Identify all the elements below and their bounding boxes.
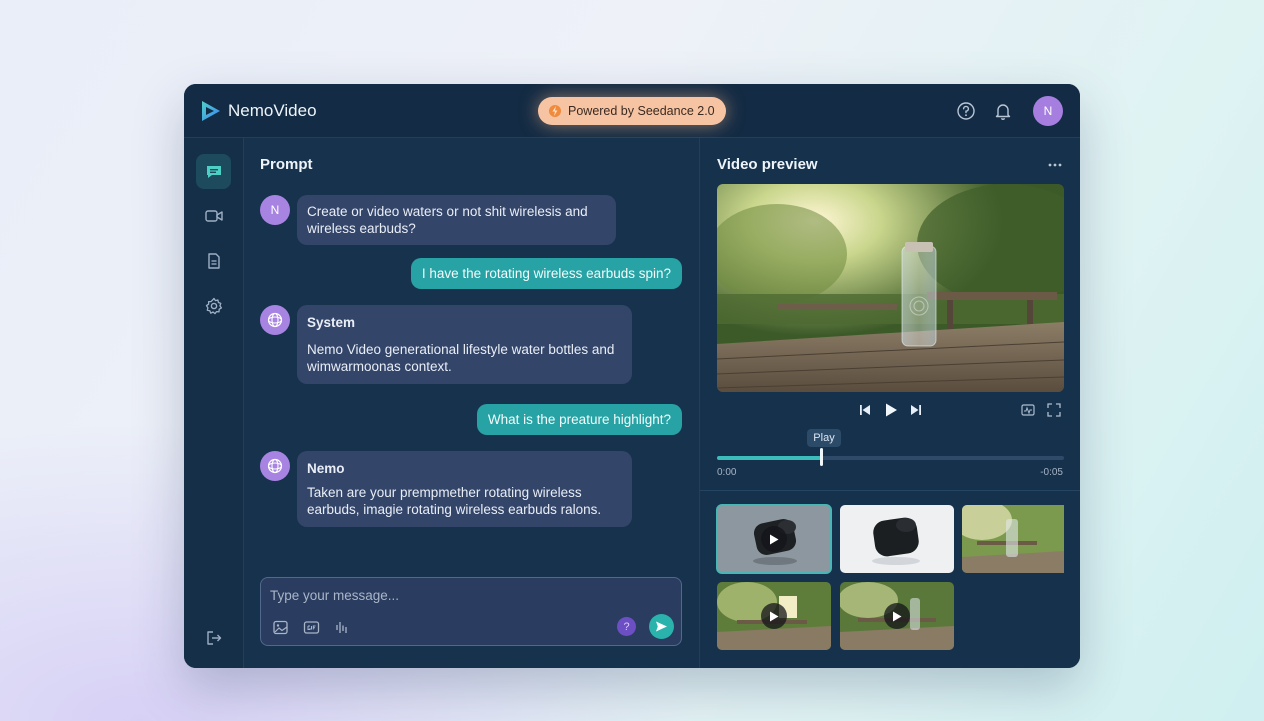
time-current: 0:00 <box>717 467 737 478</box>
video-icon <box>204 209 223 222</box>
message-input[interactable] <box>270 586 650 604</box>
sidebar-item-chat[interactable] <box>196 154 231 189</box>
logout-icon <box>206 630 221 645</box>
my-message: I have the rotating wireless earbuds spi… <box>410 258 682 289</box>
bottle-scene-image <box>962 505 1064 573</box>
skip-forward-icon[interactable] <box>909 403 923 417</box>
user-avatar[interactable]: N <box>1033 96 1063 126</box>
document-icon <box>207 252 220 269</box>
nemo-message: Nemo Taken are your prempmether rotating… <box>297 451 632 527</box>
skip-back-icon[interactable] <box>858 403 872 417</box>
sidebar-item-settings[interactable] <box>196 288 231 323</box>
message-author: Nemo <box>307 461 345 476</box>
thumbnail-bottle-video[interactable] <box>717 582 831 650</box>
spark-icon <box>549 105 561 117</box>
powered-by-badge: Powered by Seedance 2.0 <box>538 97 726 125</box>
progress-track[interactable] <box>717 456 1064 460</box>
thumbnail-bottle-video-2[interactable] <box>840 582 954 650</box>
avatar: N <box>260 195 290 225</box>
scrubber-handle[interactable] <box>820 448 824 466</box>
badge-label: Powered by Seedance 2.0 <box>568 104 715 118</box>
ai-avatar-icon <box>260 305 290 335</box>
play-tooltip: Play <box>807 429 841 447</box>
time-remaining: -0:05 <box>1040 467 1063 478</box>
thumbnail-earbuds[interactable] <box>840 505 954 573</box>
logo-icon <box>202 101 220 121</box>
ai-avatar-icon <box>260 451 290 481</box>
image-icon[interactable] <box>272 619 289 636</box>
bell-icon[interactable] <box>993 101 1013 121</box>
video-preview-panel: Video preview Play 0:00 -0:05 <box>699 138 1080 668</box>
message-text: Taken are your prempmether rotating wire… <box>307 485 602 517</box>
play-button[interactable] <box>761 603 787 629</box>
play-icon[interactable] <box>883 402 899 418</box>
video-frame[interactable] <box>717 184 1064 392</box>
ai-knot-icon <box>267 312 283 328</box>
app-window: NemoVideo Powered by Seedance 2.0 N Prom… <box>184 84 1080 668</box>
play-button[interactable] <box>761 526 787 552</box>
chat-icon <box>206 165 221 178</box>
message-author: System <box>307 315 356 330</box>
divider <box>700 490 1080 491</box>
earbuds-case-image <box>840 505 954 573</box>
gif-icon[interactable] <box>303 619 320 636</box>
sidebar <box>184 138 244 668</box>
user-message: Create or video waters or not shit wirel… <box>297 195 616 245</box>
thumbnail-earbuds-selected[interactable] <box>716 504 832 574</box>
top-bar: NemoVideo Powered by Seedance 2.0 N <box>184 84 1080 138</box>
message-composer: ? <box>260 577 682 646</box>
gear-icon <box>205 297 222 314</box>
chat-title: Prompt <box>260 156 313 173</box>
send-icon <box>656 621 667 632</box>
send-button[interactable] <box>649 614 674 639</box>
message-text: Nemo Video generational lifestyle water … <box>307 342 615 374</box>
help-circle-icon[interactable] <box>956 101 976 121</box>
thumbnail-bottle[interactable] <box>962 505 1076 573</box>
play-icon <box>770 611 779 621</box>
audio-waveform-icon[interactable] <box>334 619 351 636</box>
chat-panel: Prompt N Create or video waters or not s… <box>244 138 699 668</box>
my-message: What is the preature highlight? <box>476 404 682 435</box>
play-icon <box>893 611 902 621</box>
preview-title: Video preview <box>717 156 818 173</box>
fullscreen-icon[interactable] <box>1047 403 1061 417</box>
help-button[interactable]: ? <box>617 617 636 636</box>
sidebar-item-logout[interactable] <box>196 620 231 655</box>
more-options-icon[interactable] <box>1047 162 1063 168</box>
progress-fill <box>717 456 822 460</box>
app-title: NemoVideo <box>228 101 317 120</box>
system-message: System Nemo Video generational lifestyle… <box>297 305 632 384</box>
sidebar-item-video[interactable] <box>196 198 231 233</box>
ai-knot-icon <box>267 458 283 474</box>
waveform-icon[interactable] <box>1021 403 1035 417</box>
play-button[interactable] <box>884 603 910 629</box>
sidebar-item-document[interactable] <box>196 243 231 278</box>
play-icon <box>770 534 779 544</box>
